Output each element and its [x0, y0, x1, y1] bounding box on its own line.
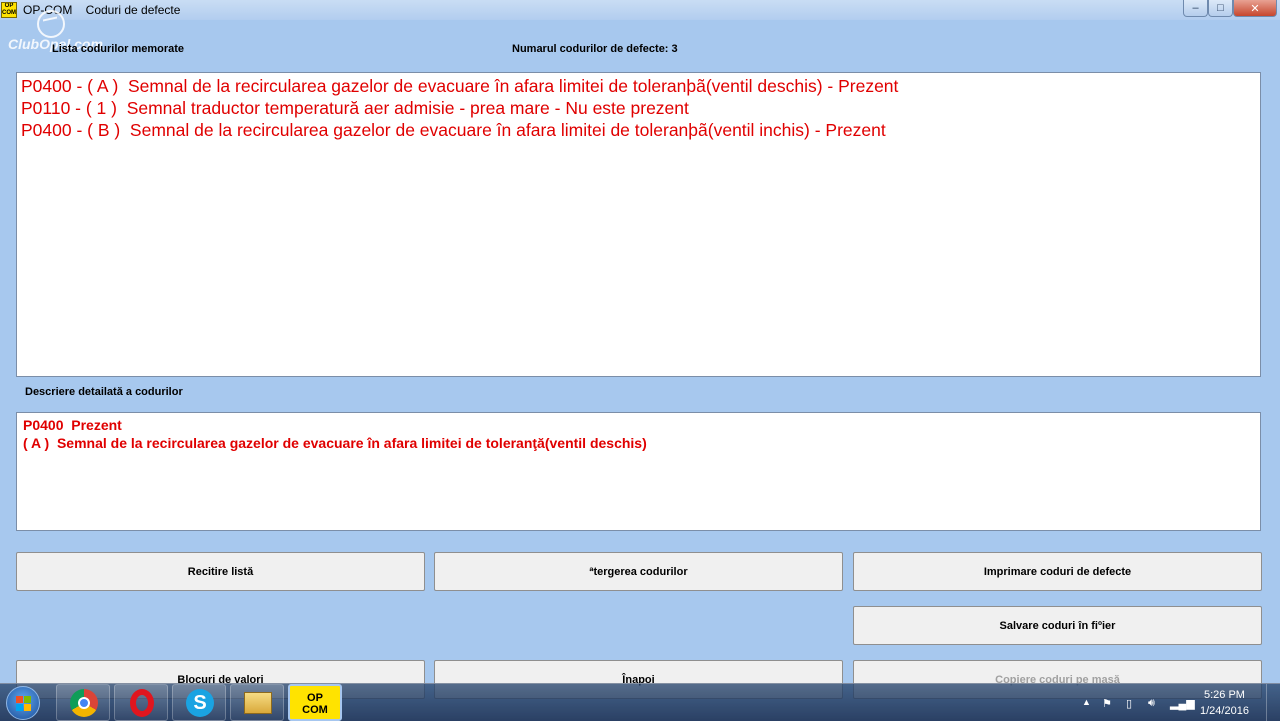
minimize-button[interactable]: –	[1183, 0, 1208, 17]
taskbar: S OP COM ▲ ⚑ ▯ 🔊︎ ▂▄▆ 5:26 PM 1/24/2016	[0, 683, 1280, 721]
title-bar: OP COM OP-COM Coduri de defecte	[0, 0, 1280, 20]
taskbar-opcom[interactable]: OP COM	[288, 684, 342, 721]
folder-icon	[244, 692, 272, 714]
windows-logo-icon-part	[16, 704, 23, 711]
opera-icon	[130, 689, 154, 717]
volume-icon[interactable]: 🔊︎	[1148, 697, 1155, 710]
description-code-status: P0400 Prezent	[23, 417, 122, 433]
network-signal-icon[interactable]: ▂▄▆	[1170, 697, 1195, 710]
fault-codes-list[interactable]: P0400 - ( A ) Semnal de la recircularea …	[16, 72, 1261, 377]
windows-start-button[interactable]	[6, 686, 40, 720]
action-center-flag-icon[interactable]: ⚑	[1102, 697, 1112, 710]
windows-logo-icon-part	[24, 704, 31, 711]
maximize-button[interactable]: □	[1208, 0, 1233, 17]
taskbar-skype[interactable]: S	[172, 684, 226, 721]
fault-code-item[interactable]: P0400 - ( B ) Semnal de la recircularea …	[17, 119, 1260, 141]
opcom-icon-line1: OP	[307, 692, 323, 704]
taskbar-opera[interactable]	[114, 684, 168, 721]
clock-time[interactable]: 5:26 PM	[1204, 689, 1245, 701]
print-codes-button[interactable]: Imprimare coduri de defecte	[853, 552, 1262, 591]
erase-codes-button[interactable]: ªtergerea codurilor	[434, 552, 843, 591]
close-button[interactable]: ✕	[1233, 0, 1277, 17]
clock-date[interactable]: 1/24/2016	[1200, 705, 1249, 717]
save-codes-button[interactable]: Salvare coduri în fiºier	[853, 606, 1262, 645]
taskbar-chrome[interactable]	[56, 684, 110, 721]
windows-logo-icon	[16, 696, 23, 703]
fault-code-item[interactable]: P0400 - ( A ) Semnal de la recircularea …	[17, 75, 1260, 97]
opel-logo-icon	[37, 10, 65, 38]
skype-icon: S	[186, 689, 214, 717]
windows-logo-icon-part	[24, 696, 31, 703]
code-description-box[interactable]: P0400 Prezent ( A ) Semnal de la recircu…	[16, 412, 1261, 531]
codes-list-label: Lista codurilor memorate	[52, 43, 185, 55]
reread-list-button[interactable]: Recitire listă	[16, 552, 425, 591]
chrome-icon	[70, 689, 98, 717]
description-label: Descriere detailată a codurilor	[25, 386, 183, 398]
show-hidden-icons-arrow[interactable]: ▲	[1082, 697, 1091, 707]
show-desktop-button[interactable]	[1266, 684, 1280, 721]
opcom-icon-line2: COM	[302, 704, 328, 716]
battery-icon[interactable]: ▯	[1126, 697, 1132, 710]
taskbar-explorer[interactable]	[230, 684, 284, 721]
fault-code-item[interactable]: P0110 - ( 1 ) Semnal traductor temperatu…	[17, 97, 1260, 119]
codes-count-label: Numarul codurilor de defecte: 3	[512, 43, 678, 55]
opcom-app-icon: OP COM	[1, 2, 17, 18]
description-text: ( A ) Semnal de la recircularea gazelor …	[23, 435, 647, 451]
